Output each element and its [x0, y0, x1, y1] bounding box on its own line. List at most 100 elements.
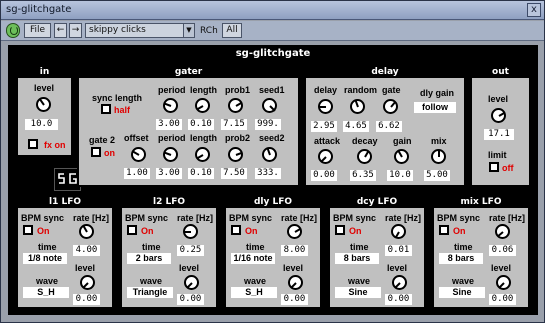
gate2-checkbox[interactable] [91, 147, 101, 157]
delay-delay-value[interactable]: 2.95 [311, 121, 337, 132]
level-knob[interactable] [80, 275, 95, 290]
time-select[interactable]: 1/8 note [23, 253, 67, 264]
rch-label: RCh [200, 26, 218, 36]
next-preset-button[interactable]: → [69, 23, 82, 38]
gater-length2-value[interactable]: 0.10 [188, 168, 214, 179]
preset-name: skippy clicks [89, 25, 146, 35]
close-button[interactable]: x [527, 3, 541, 17]
limit-state: off [502, 163, 514, 173]
delay-decay-value[interactable]: 6.35 [350, 170, 376, 181]
delay-gain-knob[interactable] [394, 149, 409, 164]
lfo-title: l2 LFO [122, 197, 216, 208]
time-select[interactable]: 1/16 note [231, 253, 275, 264]
dly-gain-select[interactable]: follow [414, 102, 456, 113]
wave-select[interactable]: Triangle [127, 287, 173, 298]
level-value[interactable]: 0.00 [385, 294, 412, 305]
bpm-sync-checkbox[interactable] [439, 225, 449, 235]
delay-gate-value[interactable]: 6.62 [376, 121, 402, 132]
rate-value[interactable]: 8.00 [281, 245, 308, 256]
delay-delay-knob[interactable] [318, 99, 333, 114]
level-knob[interactable] [392, 275, 407, 290]
wave-select[interactable]: Sine [439, 287, 485, 298]
in-level-value[interactable]: 10.0 [25, 119, 58, 130]
gater-length2-knob[interactable] [195, 147, 210, 162]
chevron-down-icon[interactable]: ▼ [183, 24, 194, 37]
level-value[interactable]: 0.00 [73, 294, 100, 305]
sync-length-state: half [114, 105, 131, 115]
delay-gain-value[interactable]: 10.0 [387, 170, 413, 181]
level-knob[interactable] [288, 275, 303, 290]
sync-length-checkbox[interactable] [101, 104, 111, 114]
rate-value[interactable]: 0.06 [489, 245, 516, 256]
delay-attack-knob[interactable] [318, 149, 333, 164]
level-value[interactable]: 0.00 [177, 294, 204, 305]
wave-select[interactable]: S_H [23, 287, 69, 298]
gater-seed1-knob[interactable] [262, 98, 277, 113]
delay-mix-knob[interactable] [431, 149, 446, 164]
bpm-sync-checkbox[interactable] [23, 225, 33, 235]
delay-mix-label: mix [431, 136, 447, 146]
bpm-sync-checkbox[interactable] [335, 225, 345, 235]
gater-seed2-knob[interactable] [262, 147, 277, 162]
rate-value[interactable]: 0.25 [177, 245, 204, 256]
in-level-knob[interactable] [36, 97, 51, 112]
gater-length1-value[interactable]: 0.10 [188, 119, 214, 130]
gater-offset-value[interactable]: 1.00 [124, 168, 150, 179]
out-level-knob[interactable] [491, 108, 506, 123]
time-select[interactable]: 8 bars [439, 253, 483, 264]
gater-prob1-value[interactable]: 7.15 [221, 119, 247, 130]
wave-select[interactable]: Sine [335, 287, 381, 298]
delay-gate-label: gate [382, 85, 401, 95]
fx-on-checkbox[interactable] [28, 139, 38, 149]
delay-attack-label: attack [314, 136, 341, 146]
all-button[interactable]: All [222, 23, 242, 38]
rate-knob[interactable] [183, 224, 198, 239]
wave-label: wave [452, 276, 475, 286]
delay-attack-value[interactable]: 0.00 [311, 170, 337, 181]
level-knob[interactable] [496, 275, 511, 290]
rate-value[interactable]: 0.01 [385, 245, 412, 256]
level-knob[interactable] [184, 275, 199, 290]
delay-gate-knob[interactable] [383, 99, 398, 114]
gater-prob2-knob[interactable] [228, 147, 243, 162]
file-button[interactable]: File [24, 23, 51, 38]
lfo-section-3: dly LFO BPM sync On rate [Hz] 8.00 time … [224, 195, 322, 309]
bpm-sync-checkbox[interactable] [231, 225, 241, 235]
rate-knob[interactable] [495, 224, 510, 239]
delay-random-value[interactable]: 4.65 [343, 121, 369, 132]
delay-decay-knob[interactable] [357, 149, 372, 164]
gater-prob2-value[interactable]: 7.50 [221, 168, 247, 179]
gater-seed1-value[interactable]: 999. [255, 119, 281, 130]
wave-select[interactable]: S_H [231, 287, 277, 298]
lfo-section-1: l1 LFO BPM sync On rate [Hz] 4.00 time 1… [16, 195, 114, 309]
preset-select[interactable]: skippy clicks ▼ [85, 23, 195, 38]
gater-prob1-knob[interactable] [228, 98, 243, 113]
rate-knob[interactable] [391, 224, 406, 239]
gater-length1-knob[interactable] [195, 98, 210, 113]
rate-knob[interactable] [287, 224, 302, 239]
prev-preset-button[interactable]: ← [54, 23, 67, 38]
level-value[interactable]: 0.00 [489, 294, 516, 305]
gater-period2-value[interactable]: 3.00 [156, 168, 182, 179]
delay-mix-value[interactable]: 5.00 [424, 170, 450, 181]
limit-checkbox[interactable] [489, 162, 499, 172]
bpm-sync-checkbox[interactable] [127, 225, 137, 235]
rate-value[interactable]: 4.00 [73, 245, 100, 256]
gater-period1-value[interactable]: 3.00 [156, 119, 182, 130]
time-select[interactable]: 8 bars [335, 253, 379, 264]
title-bar[interactable]: sg-glitchgate x [1, 1, 544, 20]
gater-period1-knob[interactable] [163, 98, 178, 113]
power-icon[interactable] [6, 23, 20, 38]
level-value[interactable]: 0.00 [281, 294, 308, 305]
time-select[interactable]: 2 bars [127, 253, 171, 264]
level-label: level [491, 263, 512, 273]
out-level-value[interactable]: 17.1 [484, 129, 514, 140]
gater-offset-knob[interactable] [131, 147, 146, 162]
delay-random-knob[interactable] [350, 99, 365, 114]
in-section: in level 10.0 fx on [16, 65, 73, 157]
gater-seed2-value[interactable]: 333. [255, 168, 281, 179]
rate-knob[interactable] [79, 224, 94, 239]
gate2-label: gate 2 [89, 135, 116, 145]
gater-period2-knob[interactable] [163, 147, 178, 162]
bpm-sync-state: On [141, 226, 154, 236]
